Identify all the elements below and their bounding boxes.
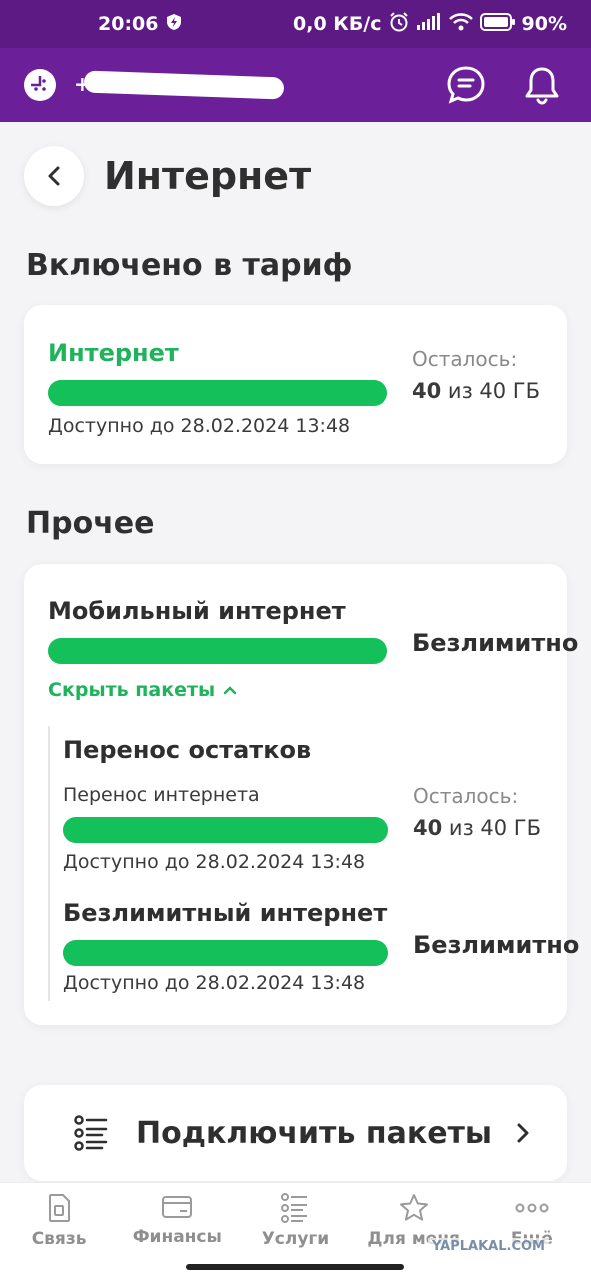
network-speed: 0,0 КБ/с (293, 13, 382, 35)
battery-level: 90% (521, 13, 567, 35)
chevron-right-icon (517, 1123, 529, 1143)
rollover-progress-track (63, 817, 388, 843)
included-item-name: Интернет (48, 339, 179, 367)
sim-icon (49, 1194, 71, 1222)
logo-icon[interactable] (24, 69, 56, 101)
included-available-until: Доступно до 28.02.2024 13:48 (48, 415, 351, 437)
included-progress-bar (48, 380, 387, 406)
rollover-remain-label: Осталось: (413, 784, 519, 808)
status-time-group: 20:06 (98, 13, 182, 36)
rollover-remain: 40 из 40 ГБ (413, 816, 541, 840)
connect-packages-label: Подключить пакеты (136, 1115, 493, 1151)
phone-redaction (83, 70, 285, 100)
alarm-icon (388, 11, 410, 38)
hide-packages-link[interactable]: Скрыть пакеты (48, 679, 237, 701)
rollover-progress-bar (63, 817, 388, 843)
card-icon (162, 1196, 193, 1218)
nav-label-svyaz: Связь (31, 1229, 87, 1249)
rollover-available-until: Доступно до 28.02.2024 13:48 (63, 851, 366, 873)
rollover-name: Перенос интернета (63, 784, 260, 806)
back-button[interactable] (24, 146, 84, 206)
nav-item-svyaz[interactable]: Связь (4, 1193, 114, 1280)
mobile-internet-value: Безлимитно (412, 629, 579, 657)
chat-icon[interactable] (445, 64, 487, 106)
mobile-internet-progress-track (48, 638, 387, 664)
included-remain: 40 из 40 ГБ (412, 379, 540, 403)
included-remain-value: 40 (412, 379, 442, 403)
page-title-row: Интернет (24, 146, 311, 206)
wifi-icon (448, 12, 474, 37)
mobile-internet-name: Мобильный интернет (48, 597, 346, 625)
rollover-remain-value: 40 (413, 816, 443, 840)
section-title-included: Включено в тариф (26, 248, 353, 283)
status-time: 20:06 (98, 13, 159, 35)
other-card: Мобильный интернет Безлимитно Скрыть пак… (24, 564, 579, 1025)
unlimited-internet-progress-bar (63, 940, 388, 966)
list-icon (74, 1115, 108, 1151)
included-card: Интернет Доступно до 28.02.2024 13:48 Ос… (24, 305, 567, 464)
chevron-left-icon (48, 166, 60, 186)
app-header: + (0, 48, 591, 122)
shield-bolt-icon (166, 13, 182, 36)
included-remain-label: Осталось: (412, 347, 518, 371)
connect-packages-button[interactable]: Подключить пакеты (24, 1085, 567, 1181)
hide-packages-label: Скрыть пакеты (48, 679, 216, 701)
header-actions (445, 64, 563, 106)
included-remain-total: из 40 ГБ (447, 379, 541, 403)
included-progress-track (48, 380, 387, 406)
battery-icon (479, 12, 516, 36)
unlimited-internet-available-until: Доступно до 28.02.2024 13:48 (63, 972, 366, 994)
unlimited-internet-value: Безлимитно (413, 931, 580, 959)
watermark: YAPLAKAL.COM (428, 1238, 549, 1255)
more-icon (515, 1203, 549, 1213)
rollover-title: Перенос остатков (63, 736, 312, 764)
signal-icon (416, 12, 442, 36)
unlimited-internet-progress-track (63, 940, 388, 966)
nav-label-services: Услуги (261, 1229, 330, 1249)
rollover-remain-total: из 40 ГБ (448, 816, 542, 840)
bell-icon[interactable] (521, 64, 563, 106)
section-title-other: Прочее (26, 506, 155, 541)
phone-number-masked: + (74, 70, 285, 100)
list-icon (281, 1193, 308, 1223)
unlimited-internet-name: Безлимитный интернет (63, 899, 388, 927)
chevron-up-icon (223, 686, 237, 695)
status-bar: 20:06 0,0 КБ/с 90% (0, 0, 591, 48)
packages-sub-block: Перенос остатков Перенос интернета Досту… (48, 726, 579, 1001)
mobile-internet-progress-bar (48, 638, 387, 664)
nav-item-more[interactable]: Ещё (477, 1193, 587, 1280)
nav-label-finance: Финансы (132, 1227, 222, 1247)
page-title: Интернет (104, 154, 312, 198)
status-right-group: 0,0 КБ/с 90% (293, 11, 567, 38)
star-icon (399, 1194, 428, 1221)
home-indicator[interactable] (186, 1264, 404, 1270)
